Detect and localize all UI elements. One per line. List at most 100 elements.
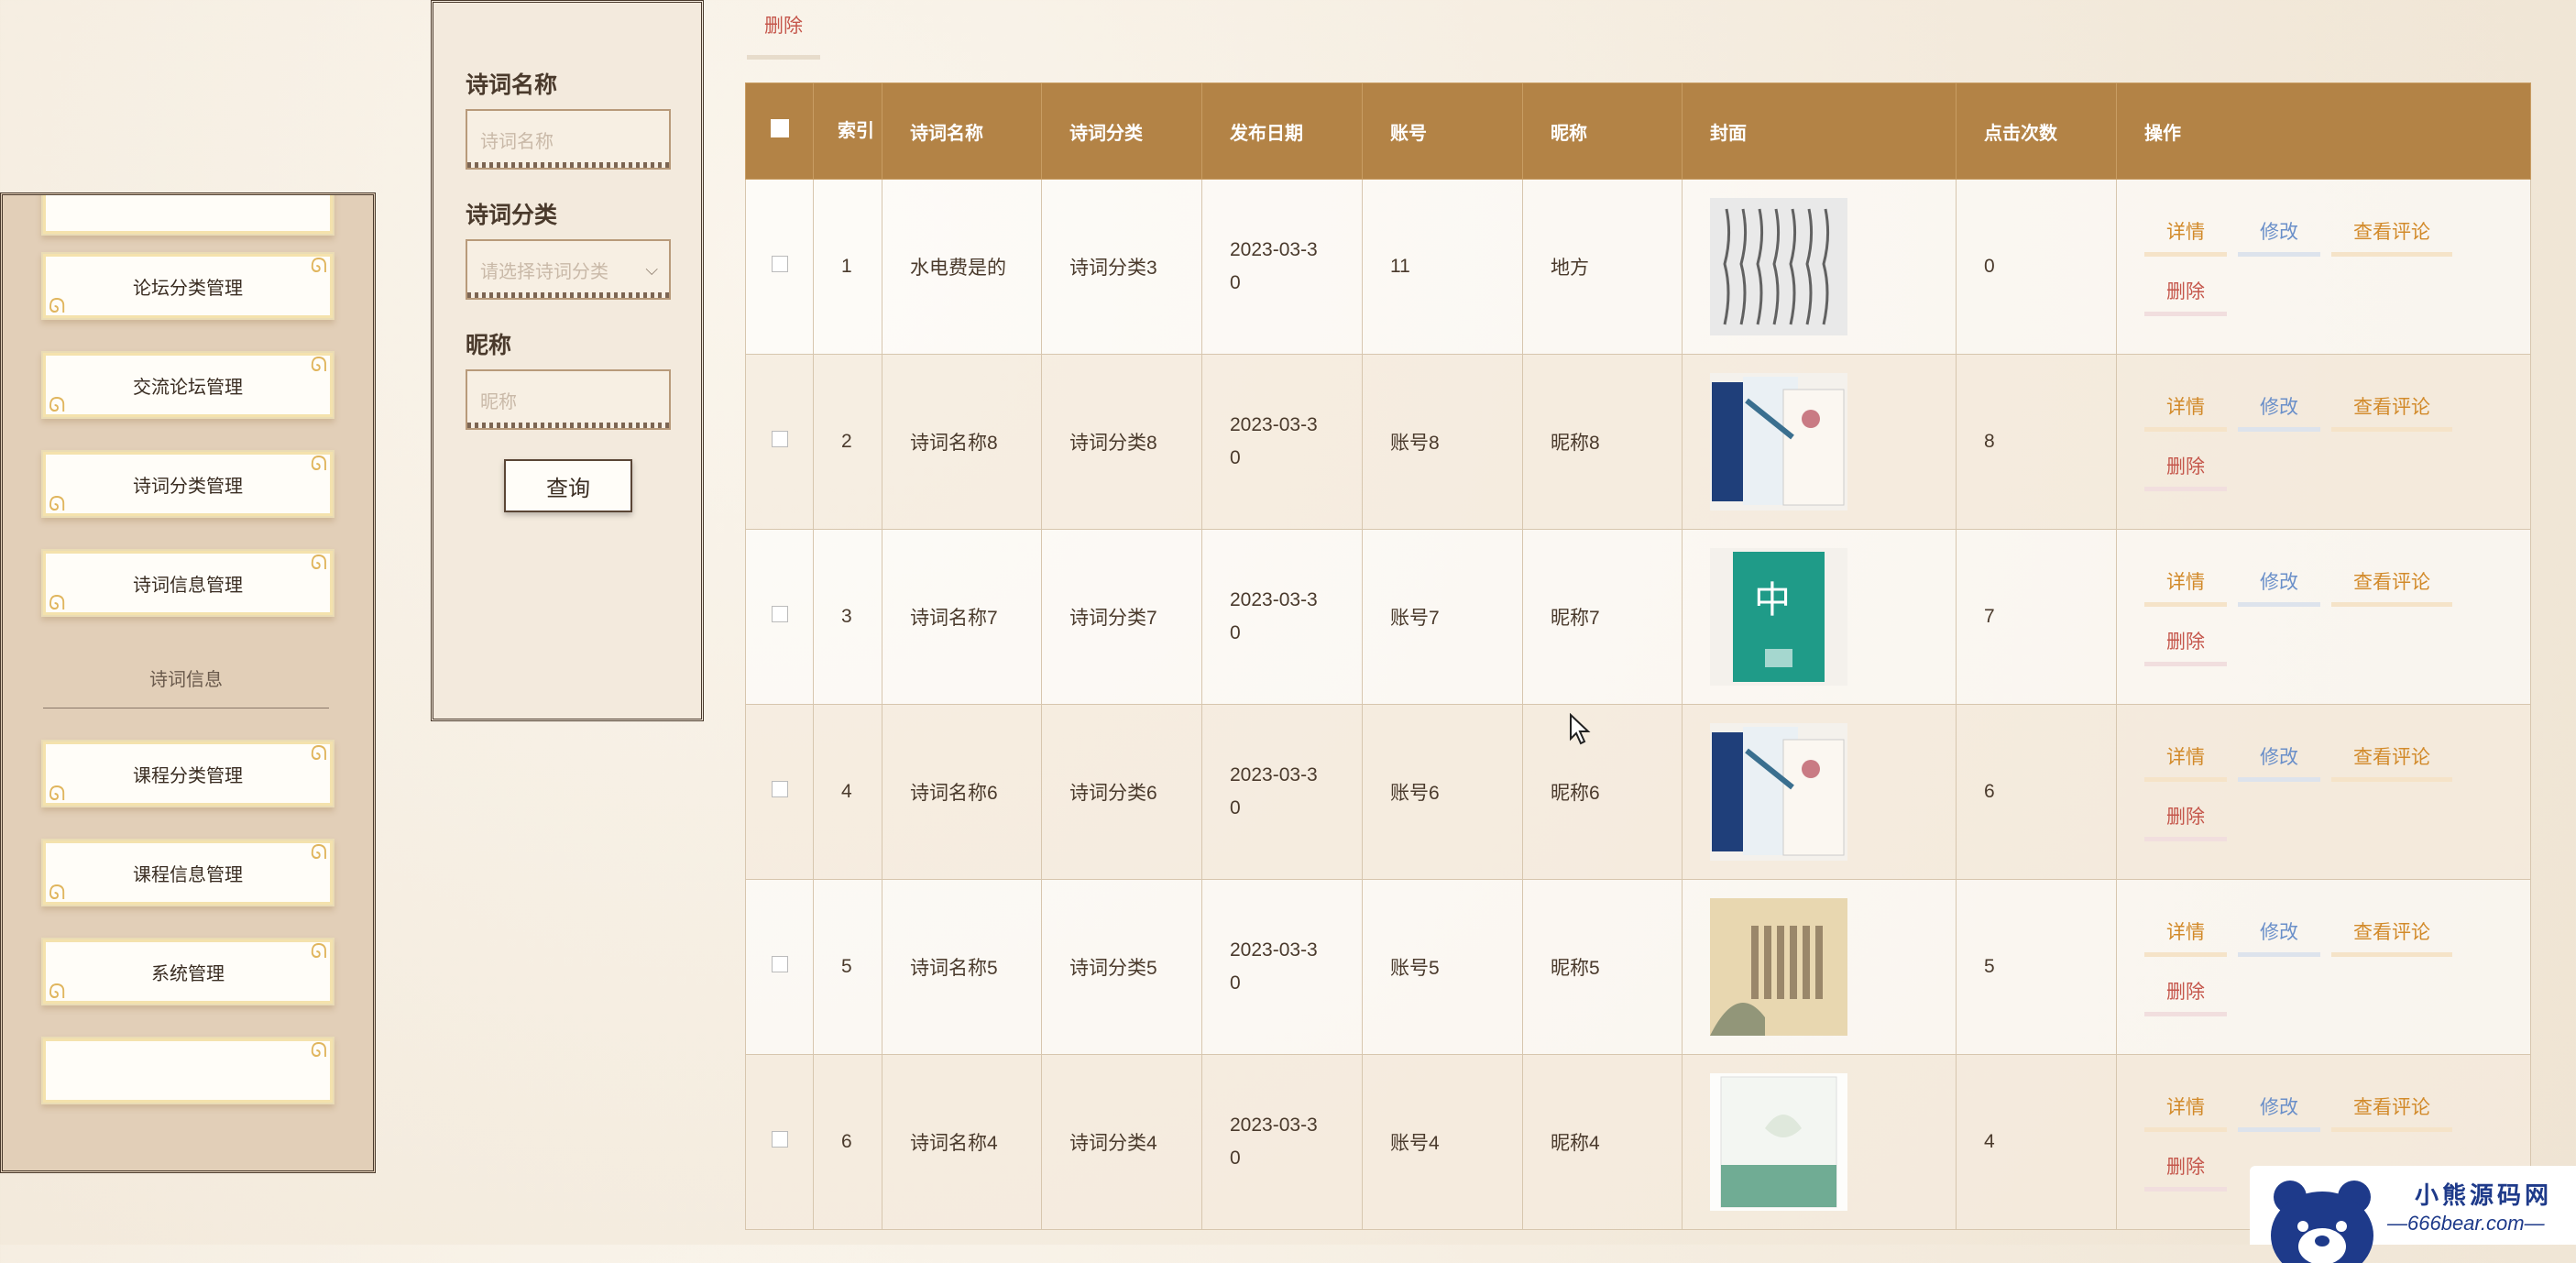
cloud-ornament-icon: ᘏ bbox=[310, 1038, 327, 1061]
row-checkbox[interactable] bbox=[745, 879, 814, 1055]
delete-button[interactable]: 删除 bbox=[2144, 1152, 2227, 1192]
view-comments-button[interactable]: 查看评论 bbox=[2331, 217, 2452, 257]
checkbox-icon bbox=[771, 606, 788, 622]
sidebar-item-forum[interactable]: ᘏ ᘏ 交流论坛管理 bbox=[41, 351, 334, 419]
cover-image[interactable] bbox=[1710, 898, 1847, 1036]
cell-account: 账号4 bbox=[1362, 1054, 1523, 1230]
cell-clicks: 7 bbox=[1956, 529, 2117, 705]
cell-publish-date: 2023-03-3 0 bbox=[1201, 704, 1363, 880]
cover-image[interactable] bbox=[1710, 373, 1847, 511]
detail-button[interactable]: 详情 bbox=[2144, 567, 2227, 607]
cloud-ornament-icon: ᘏ bbox=[49, 782, 66, 805]
table-row: 4 诗词名称6 诗词分类6 2023-03-3 0 账号6 昵称6 6 详情 修改 查看评论 删除 bbox=[745, 704, 2531, 880]
detail-button[interactable]: 详情 bbox=[2144, 917, 2227, 957]
delete-button[interactable]: 删除 bbox=[2144, 452, 2227, 491]
poem-name-input[interactable]: 诗词名称 bbox=[466, 109, 671, 170]
cloud-ornament-icon: ᘏ bbox=[49, 294, 66, 317]
edit-button[interactable]: 修改 bbox=[2238, 742, 2320, 782]
detail-button[interactable]: 详情 bbox=[2144, 742, 2227, 782]
sidebar-item-label: 论坛分类管理 bbox=[133, 278, 243, 299]
select-all-checkbox[interactable] bbox=[745, 82, 814, 180]
sidebar: ᘏ ᘏ ᘏ 论坛分类管理 ᘏ ᘏ 交流论坛管理 ᘏ ᘏ 诗词分类管理 ᘏ ᘏ 诗… bbox=[0, 192, 376, 1173]
cloud-ornament-icon: ᘏ bbox=[310, 741, 327, 764]
cell-poem-category: 诗词分类7 bbox=[1041, 529, 1202, 705]
nickname-label: 昵称 bbox=[466, 333, 512, 358]
cell-nickname: 昵称8 bbox=[1522, 354, 1683, 530]
sidebar-group-label: 诗词信息 bbox=[43, 664, 329, 708]
cell-actions: 详情 修改 查看评论删除 bbox=[2116, 704, 2531, 880]
sidebar-item-forum-category[interactable]: ᘏ ᘏ 论坛分类管理 bbox=[41, 252, 334, 320]
sidebar-item-partial-bottom[interactable]: ᘏ bbox=[41, 1037, 334, 1104]
chevron-down-icon: ⌵ bbox=[645, 259, 658, 279]
sidebar-item-poem-category[interactable]: ᘏ ᘏ 诗词分类管理 bbox=[41, 450, 334, 518]
cell-clicks: 8 bbox=[1956, 354, 2117, 530]
cell-account: 账号7 bbox=[1362, 529, 1523, 705]
cloud-ornament-icon: ᘏ bbox=[49, 591, 66, 614]
cover-image[interactable] bbox=[1710, 1073, 1847, 1211]
cloud-ornament-icon: ᘏ bbox=[310, 452, 327, 475]
sidebar-item-label: 课程分类管理 bbox=[133, 765, 243, 786]
nickname-input[interactable]: 昵称 bbox=[466, 369, 671, 430]
row-checkbox[interactable] bbox=[745, 1054, 814, 1230]
poem-table: 索引 诗词名称 诗词分类 发布日期 账号 昵称 封面 点击次数 操作 1 水电费是… bbox=[745, 82, 2531, 1230]
cell-index: 2 bbox=[813, 354, 882, 530]
query-button[interactable]: 查询 bbox=[504, 459, 632, 512]
cell-actions: 详情 修改 查看评论删除 bbox=[2116, 879, 2531, 1055]
cell-index: 6 bbox=[813, 1054, 882, 1230]
header-poem-name: 诗词名称 bbox=[882, 82, 1042, 180]
view-comments-button[interactable]: 查看评论 bbox=[2331, 742, 2452, 782]
bear-logo-icon bbox=[2271, 1181, 2373, 1263]
view-comments-button[interactable]: 查看评论 bbox=[2331, 567, 2452, 607]
row-checkbox[interactable] bbox=[745, 704, 814, 880]
cell-actions: 详情 修改 查看评论删除 bbox=[2116, 529, 2531, 705]
cover-image[interactable]: 中 bbox=[1710, 548, 1847, 686]
cell-index: 4 bbox=[813, 704, 882, 880]
edit-button[interactable]: 修改 bbox=[2238, 1093, 2320, 1132]
cloud-ornament-icon: ᘏ bbox=[310, 840, 327, 863]
cell-poem-name: 水电费是的 bbox=[882, 179, 1042, 355]
cloud-ornament-icon: ᘏ bbox=[49, 881, 66, 904]
sidebar-item-course-info[interactable]: ᘏ ᘏ 课程信息管理 bbox=[41, 839, 334, 906]
delete-button[interactable]: 删除 bbox=[2144, 977, 2227, 1016]
detail-button[interactable]: 详情 bbox=[2144, 392, 2227, 432]
edit-button[interactable]: 修改 bbox=[2238, 917, 2320, 957]
cell-actions: 详情 修改 查看评论删除 bbox=[2116, 179, 2531, 355]
detail-button[interactable]: 详情 bbox=[2144, 217, 2227, 257]
checkbox-icon bbox=[771, 431, 788, 447]
cell-actions: 详情 修改 查看评论删除 bbox=[2116, 354, 2531, 530]
row-checkbox[interactable] bbox=[745, 529, 814, 705]
cell-cover bbox=[1682, 879, 1957, 1055]
cell-poem-category: 诗词分类8 bbox=[1041, 354, 1202, 530]
cell-publish-date: 2023-03-3 0 bbox=[1201, 529, 1363, 705]
sidebar-item-poem-info[interactable]: ᘏ ᘏ 诗词信息管理 bbox=[41, 549, 334, 617]
delete-button[interactable]: 删除 bbox=[2144, 627, 2227, 666]
checkbox-icon bbox=[771, 781, 788, 797]
edit-button[interactable]: 修改 bbox=[2238, 392, 2320, 432]
cell-cover bbox=[1682, 179, 1957, 355]
row-checkbox[interactable] bbox=[745, 354, 814, 530]
cloud-ornament-icon: ᘏ bbox=[49, 980, 66, 1003]
edit-button[interactable]: 修改 bbox=[2238, 217, 2320, 257]
table-row: 2 诗词名称8 诗词分类8 2023-03-3 0 账号8 昵称8 8 详情 修改 查看评论 删除 bbox=[745, 354, 2531, 530]
view-comments-button[interactable]: 查看评论 bbox=[2331, 392, 2452, 432]
delete-button[interactable]: 删除 bbox=[2144, 802, 2227, 841]
checkbox-icon bbox=[770, 119, 789, 137]
view-comments-button[interactable]: 查看评论 bbox=[2331, 917, 2452, 957]
sidebar-item-partial-top[interactable]: ᘏ bbox=[41, 195, 334, 236]
table-header-row: 索引 诗词名称 诗词分类 发布日期 账号 昵称 封面 点击次数 操作 bbox=[745, 82, 2531, 180]
batch-delete-button[interactable]: 删除 bbox=[747, 11, 820, 60]
cell-nickname: 地方 bbox=[1522, 179, 1683, 355]
cell-index: 3 bbox=[813, 529, 882, 705]
sidebar-item-course-category[interactable]: ᘏ ᘏ 课程分类管理 bbox=[41, 740, 334, 807]
cover-image[interactable] bbox=[1710, 723, 1847, 861]
cell-index: 5 bbox=[813, 879, 882, 1055]
poem-category-select[interactable]: 请选择诗词分类 ⌵ bbox=[466, 239, 671, 300]
detail-button[interactable]: 详情 bbox=[2144, 1093, 2227, 1132]
cell-poem-category: 诗词分类5 bbox=[1041, 879, 1202, 1055]
view-comments-button[interactable]: 查看评论 bbox=[2331, 1093, 2452, 1132]
sidebar-item-system[interactable]: ᘏ ᘏ 系统管理 bbox=[41, 938, 334, 1005]
delete-button[interactable]: 删除 bbox=[2144, 277, 2227, 316]
row-checkbox[interactable] bbox=[745, 179, 814, 355]
cover-image[interactable] bbox=[1710, 198, 1847, 335]
edit-button[interactable]: 修改 bbox=[2238, 567, 2320, 607]
